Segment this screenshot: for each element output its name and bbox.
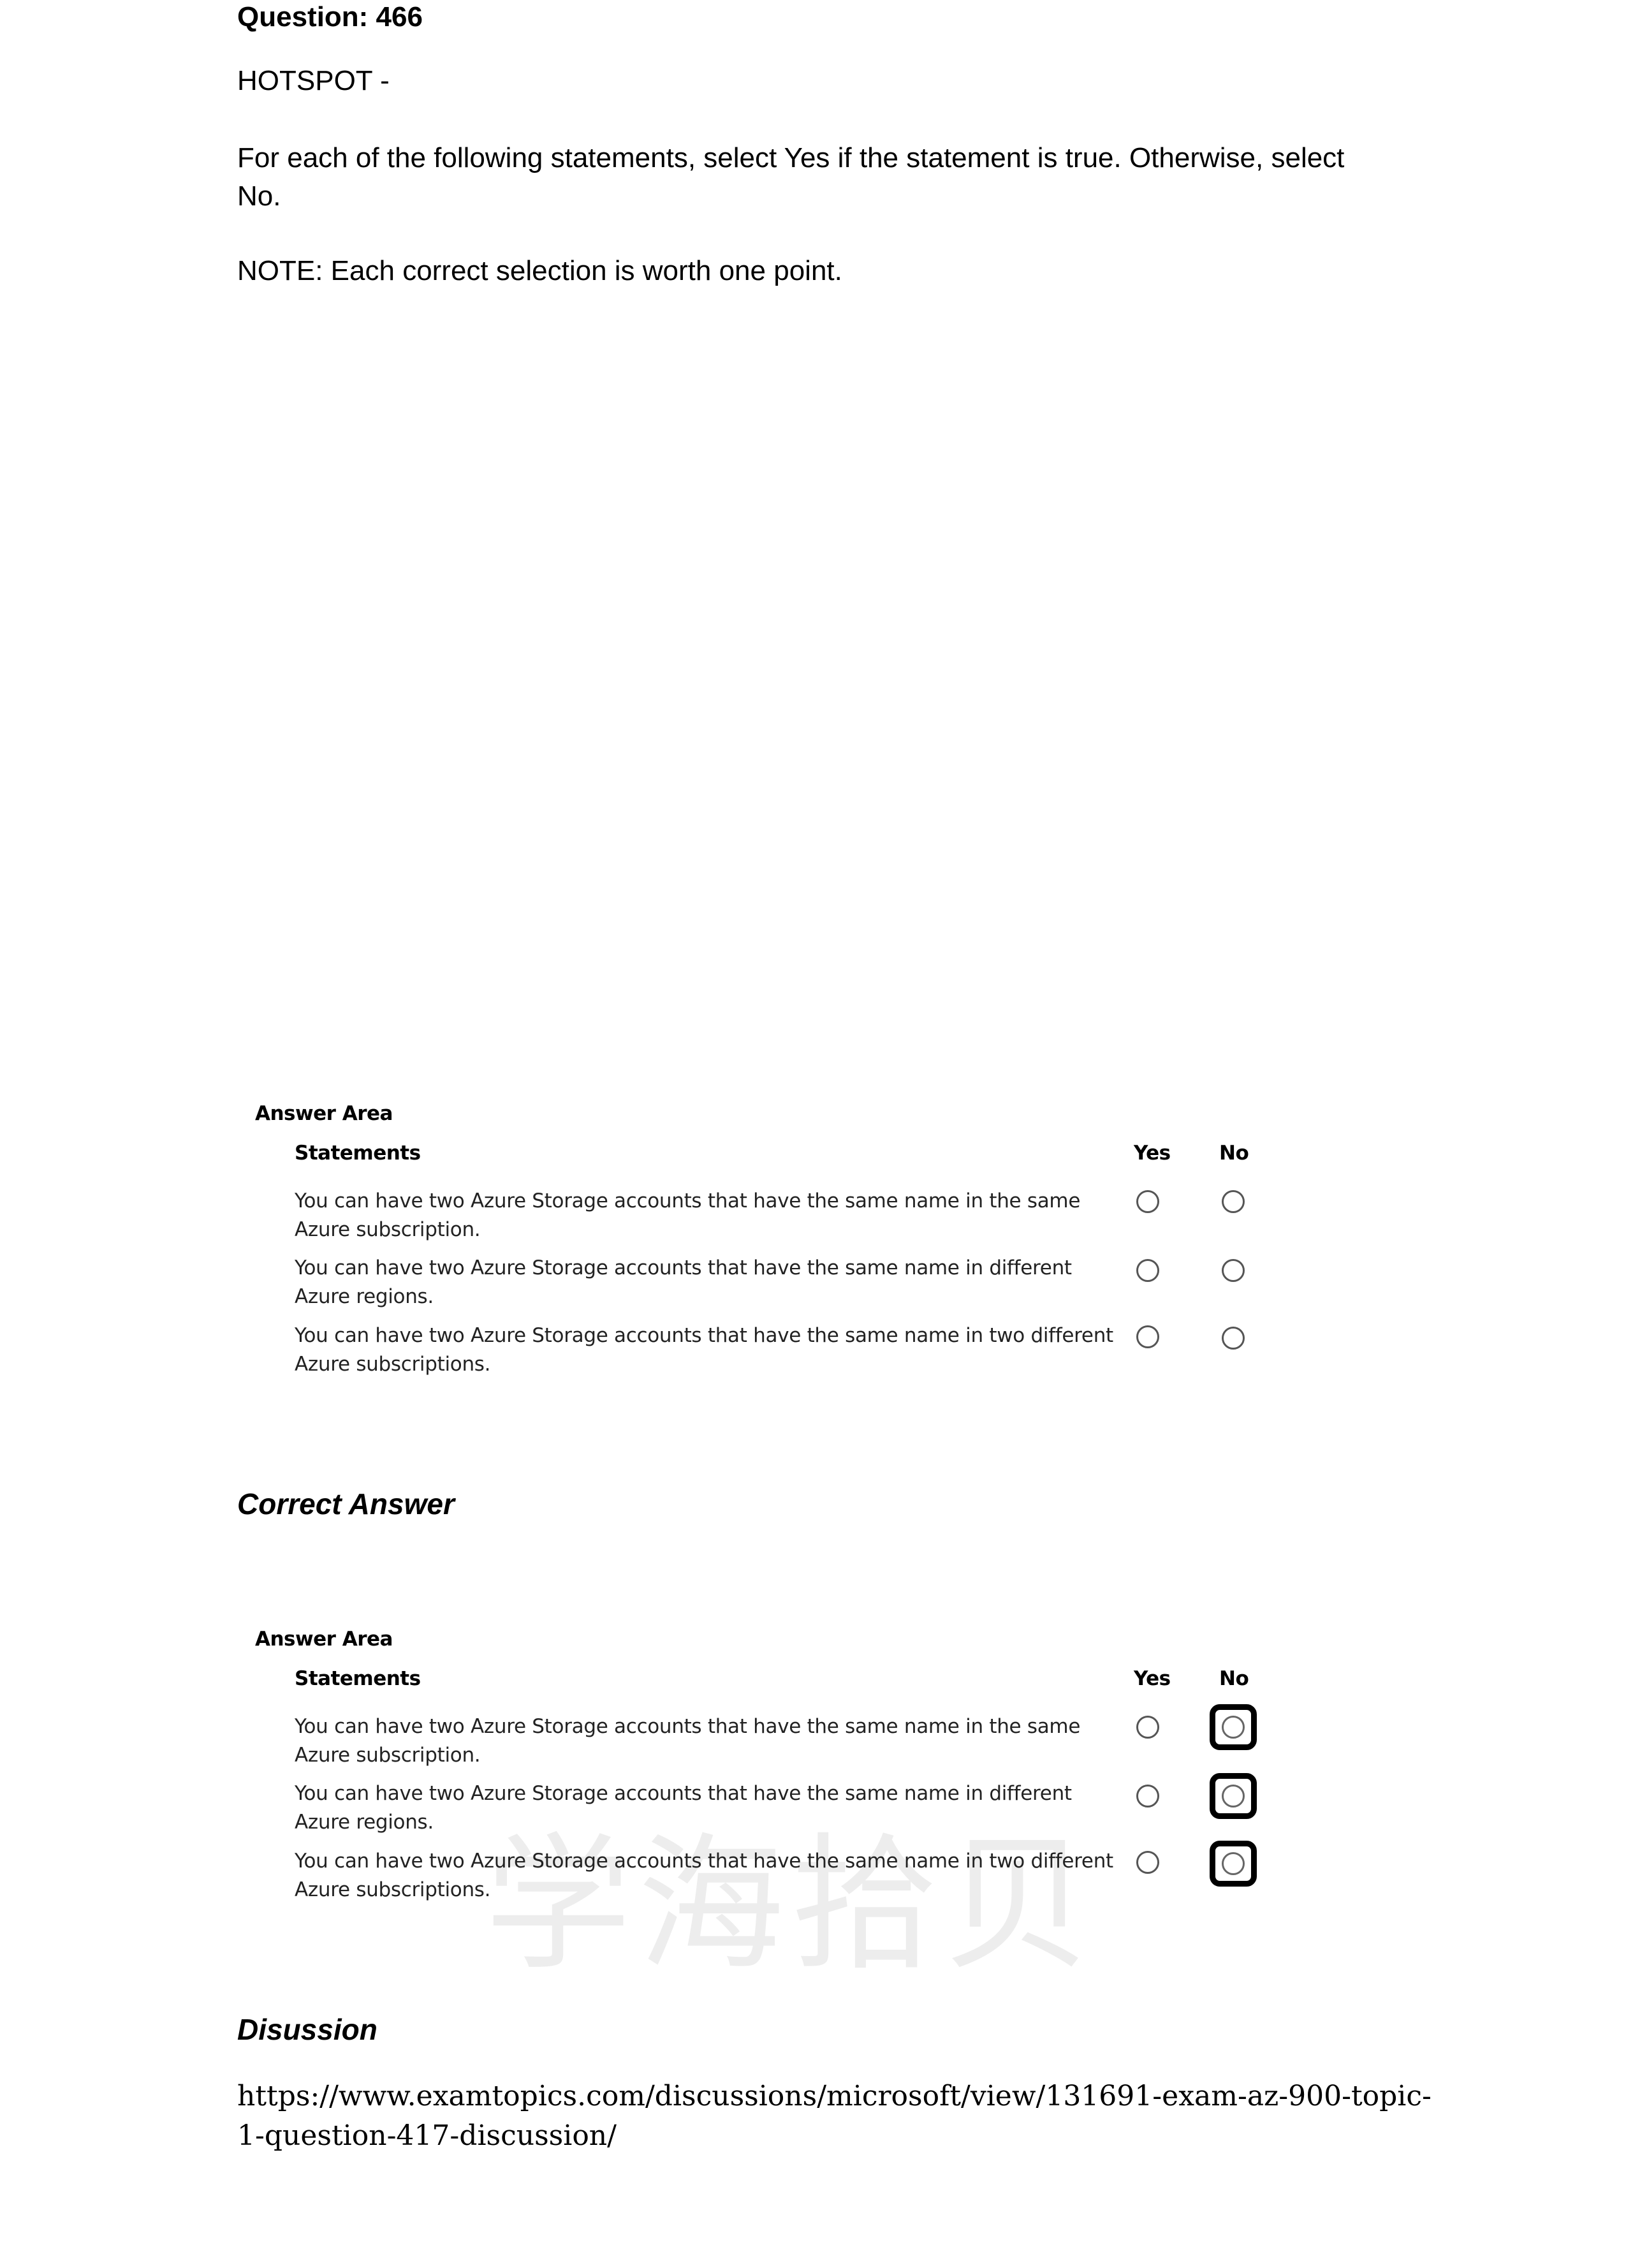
statements-header: Statements bbox=[295, 1667, 421, 1690]
no-header: No bbox=[1219, 1667, 1249, 1690]
question-type: HOTSPOT - bbox=[237, 65, 390, 96]
yes-radio[interactable] bbox=[1136, 1325, 1159, 1348]
correct-answer-heading: Correct Answer bbox=[237, 1487, 455, 1521]
statement-text: You can have two Azure Storage accounts … bbox=[295, 1782, 1072, 1834]
no-radio-selected[interactable] bbox=[1222, 1716, 1245, 1739]
question-text: For each of the following statements, se… bbox=[237, 142, 1345, 212]
no-radio[interactable] bbox=[1222, 1190, 1245, 1213]
statement-text: You can have two Azure Storage accounts … bbox=[295, 1324, 1113, 1376]
yes-header: Yes bbox=[1134, 1667, 1171, 1690]
answer-area-title: Answer Area bbox=[255, 1628, 393, 1651]
yes-radio[interactable] bbox=[1136, 1259, 1159, 1282]
statement-text: You can have two Azure Storage accounts … bbox=[295, 1189, 1081, 1241]
yes-radio[interactable] bbox=[1136, 1785, 1159, 1808]
statement-text: You can have two Azure Storage accounts … bbox=[295, 1256, 1072, 1308]
question-title: Question: 466 bbox=[237, 1, 423, 33]
answer-area-title: Answer Area bbox=[255, 1102, 393, 1125]
statement-row: You can have two Azure Storage accounts … bbox=[295, 1779, 1124, 1837]
yes-radio[interactable] bbox=[1136, 1716, 1159, 1739]
question-note: NOTE: Each correct selection is worth on… bbox=[237, 255, 842, 286]
yes-header: Yes bbox=[1134, 1142, 1171, 1165]
no-radio-selected[interactable] bbox=[1222, 1785, 1245, 1808]
discussion-link[interactable]: https://www.examtopics.com/discussions/m… bbox=[237, 2077, 1449, 2156]
no-header: No bbox=[1219, 1142, 1249, 1165]
statement-text: You can have two Azure Storage accounts … bbox=[295, 1850, 1113, 1901]
statement-row: You can have two Azure Storage accounts … bbox=[295, 1187, 1124, 1244]
yes-radio[interactable] bbox=[1136, 1851, 1159, 1874]
statements-header: Statements bbox=[295, 1142, 421, 1165]
no-radio[interactable] bbox=[1222, 1327, 1245, 1350]
no-radio-selected[interactable] bbox=[1222, 1852, 1245, 1875]
answer-area: Answer Area Statements Yes No You can ha… bbox=[255, 1102, 1275, 1395]
discussion-heading: Disussion bbox=[237, 2013, 377, 2046]
statement-row: You can have two Azure Storage accounts … bbox=[295, 1712, 1124, 1770]
no-radio[interactable] bbox=[1222, 1259, 1245, 1282]
statement-text: You can have two Azure Storage accounts … bbox=[295, 1715, 1081, 1767]
correct-answer-area: Answer Area Statements Yes No You can ha… bbox=[255, 1628, 1275, 1921]
statement-row: You can have two Azure Storage accounts … bbox=[295, 1847, 1124, 1904]
statement-row: You can have two Azure Storage accounts … bbox=[295, 1322, 1124, 1379]
statement-row: You can have two Azure Storage accounts … bbox=[295, 1254, 1124, 1311]
yes-radio[interactable] bbox=[1136, 1190, 1159, 1213]
